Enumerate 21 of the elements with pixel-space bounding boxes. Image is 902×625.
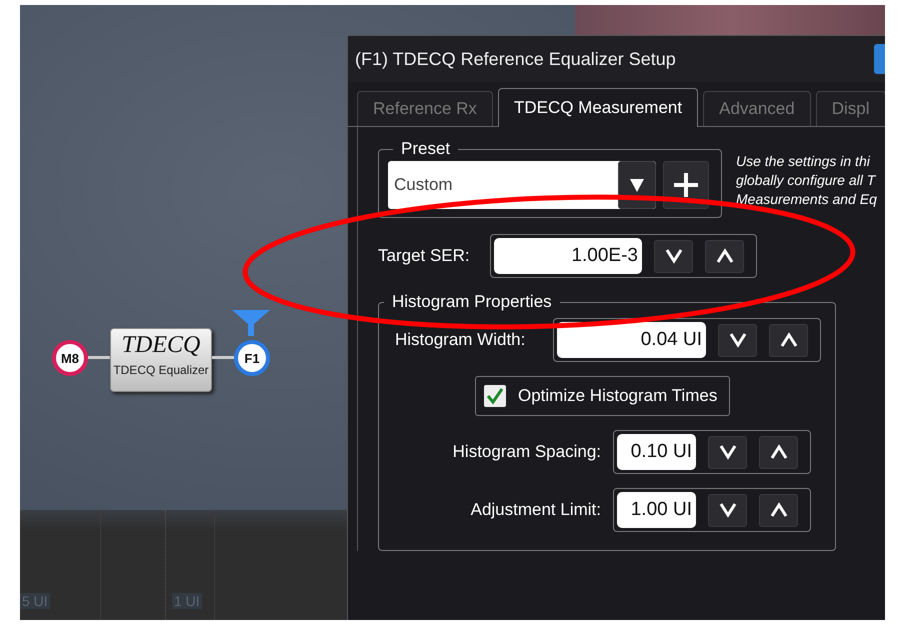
field-label: Histogram Width: (395, 330, 526, 350)
tab[interactable]: TDECQ Measurement (498, 88, 698, 127)
group-label: Preset (400, 139, 452, 159)
tab[interactable]: Reference Rx (357, 91, 493, 126)
dialog-title: (F1) TDECQ Reference Equalizer Setup (355, 48, 676, 70)
value-field[interactable]: 0.04 UI (557, 322, 706, 358)
field-label: Adjustment Limit: (470, 500, 601, 520)
value-field[interactable]: 0.10 UI (617, 434, 696, 470)
field-label: Histogram Spacing: (452, 442, 601, 462)
preset-dropdown[interactable]: Custom (388, 161, 656, 209)
value-field[interactable]: 1.00E-3 (494, 238, 642, 274)
block-title: TDECQ (122, 332, 200, 359)
group-label: Histogram Properties (391, 292, 553, 312)
optimize-checkbox[interactable]: Optimize Histogram Times (475, 376, 730, 416)
tab[interactable]: Displ (816, 91, 885, 126)
tab[interactable]: Advanced (703, 91, 811, 126)
block-label: TDECQ Equalizer (113, 363, 209, 377)
description-text: Use the settings in thi globally configure all T Measurements and Eq (736, 152, 877, 209)
field-label: Target SER: (378, 246, 471, 266)
value-field[interactable]: 1.00 UI (617, 492, 696, 528)
equalizer-block[interactable]: TDECQ TDECQ Equalizer (110, 328, 212, 392)
